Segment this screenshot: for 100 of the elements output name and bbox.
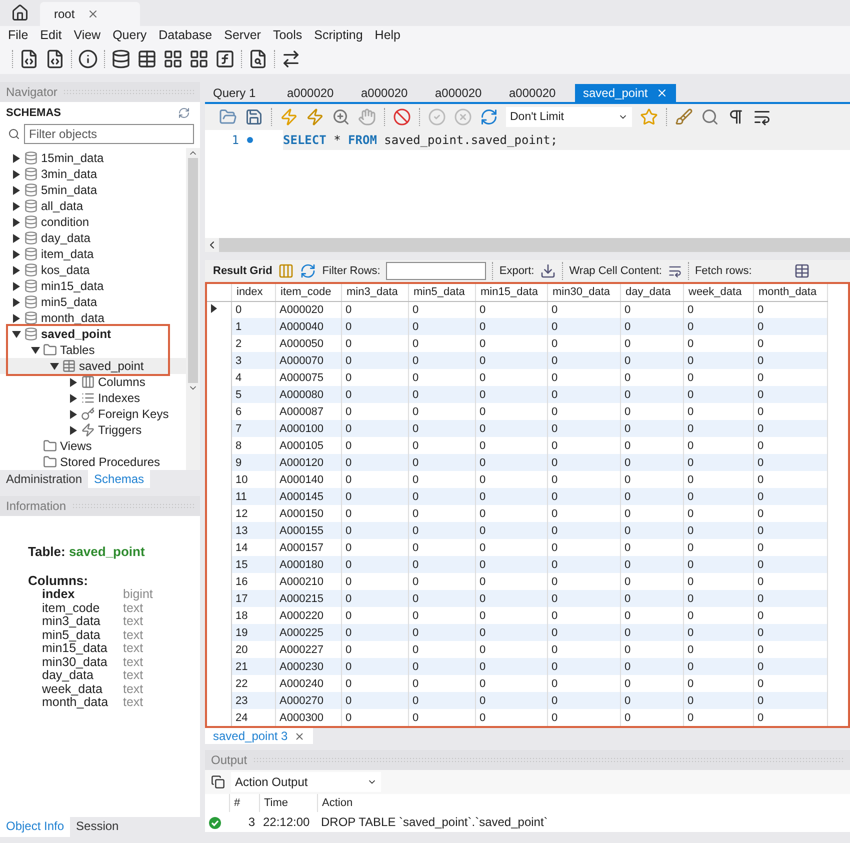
tree-item[interactable]: Views [60,439,92,453]
column-header[interactable]: min15_data [475,284,547,301]
refresh-icon[interactable] [178,107,190,119]
stop-icon[interactable] [393,108,411,126]
tree-item[interactable]: 15min_data [41,151,104,165]
export-icon[interactable] [540,263,556,279]
sql-editor[interactable]: 1 SELECT * FROM saved_point.saved_point; [205,130,850,238]
tree-item[interactable]: 5min_data [41,183,98,197]
panel-tab[interactable]: Object Info [0,817,70,837]
column-header[interactable]: min5_data [408,284,475,301]
triangle-down-icon[interactable] [50,362,59,370]
query-tab[interactable]: a000020 [427,84,501,102]
search-icon[interactable] [248,49,268,69]
grid-icon[interactable] [163,49,183,69]
triangle-right-icon[interactable] [69,426,78,434]
columns-icon[interactable] [278,263,294,279]
tree-item[interactable]: condition [41,215,90,229]
triangle-right-icon[interactable] [12,250,21,258]
triangle-right-icon[interactable] [69,378,78,386]
tree-item[interactable]: item_data [41,247,94,261]
table-icon[interactable] [137,49,157,69]
function-icon[interactable] [215,49,235,69]
tree-item[interactable]: 3min_data [41,167,98,181]
menu-item[interactable]: Scripting [308,26,369,44]
triangle-right-icon[interactable] [69,394,78,402]
query-tab[interactable]: a000020 [501,84,575,102]
triangle-right-icon[interactable] [12,314,21,322]
refresh-icon[interactable] [300,263,316,279]
column-header[interactable]: week_data [683,284,753,301]
home-icon[interactable] [11,4,29,22]
triangle-down-icon[interactable] [12,330,21,338]
brush-icon[interactable] [675,108,693,126]
query-tab[interactable]: a000020 [353,84,427,102]
tree-item[interactable]: day_data [41,231,90,245]
column-header[interactable]: day_data [620,284,683,301]
folder-icon[interactable] [219,108,237,126]
triangle-right-icon[interactable] [69,410,78,418]
star-icon[interactable] [640,108,658,126]
triangle-right-icon[interactable] [12,154,21,162]
query-tab[interactable]: a000020 [279,84,353,102]
column-header[interactable]: item_code [275,284,341,301]
scrollbar[interactable] [205,238,850,252]
tree-item[interactable]: Columns [98,375,146,389]
column-header[interactable]: index [231,284,275,301]
grid-icon[interactable] [189,49,209,69]
table-icon[interactable] [794,263,810,279]
menu-item[interactable]: Query [106,26,153,44]
tree-item[interactable]: Indexes [98,391,140,405]
close-icon[interactable] [656,87,668,99]
menu-item[interactable]: Server [218,26,267,44]
tree-item[interactable]: Triggers [98,423,142,437]
menu-item[interactable]: View [68,26,107,44]
triangle-right-icon[interactable] [12,170,21,178]
info-icon[interactable] [78,49,98,69]
result-grid-label[interactable]: Result Grid [213,265,272,277]
tree-item[interactable]: min15_data [41,279,104,293]
tree-item[interactable]: kos_data [41,263,90,277]
tree-item[interactable]: saved_point [41,327,112,341]
triangle-right-icon[interactable] [12,234,21,242]
menu-item[interactable]: Edit [34,26,68,44]
tree-item[interactable]: all_data [41,199,84,213]
column-header[interactable]: month_data [753,284,827,301]
query-tab[interactable]: saved_point [575,84,676,102]
search-icon[interactable] [8,128,20,140]
app-tab[interactable]: root [40,2,140,26]
triangle-right-icon[interactable] [12,218,21,226]
triangle-right-icon[interactable] [12,266,21,274]
panel-tab[interactable]: Session [70,817,125,837]
query-tab[interactable]: Query 1 [205,84,279,102]
menu-item[interactable]: Tools [266,26,308,44]
tree-item[interactable]: Foreign Keys [98,407,169,421]
database-icon[interactable] [111,49,131,69]
panel-tab[interactable]: Schemas [88,470,150,488]
copy-icon[interactable] [211,775,225,789]
pilcrow-icon[interactable] [727,108,745,126]
sql-file-icon[interactable] [45,49,65,69]
triangle-right-icon[interactable] [12,298,21,306]
limit-select[interactable]: Don't Limit [506,107,632,127]
tree-item[interactable]: month_data [41,311,104,325]
save-icon[interactable] [245,108,263,126]
tree-item[interactable]: Tables [60,343,95,357]
magnifier-icon[interactable] [332,108,350,126]
triangle-right-icon[interactable] [12,186,21,194]
tree-item[interactable]: Stored Procedures [60,455,160,469]
wrap-icon[interactable] [753,108,771,126]
menu-item[interactable]: File [2,26,34,44]
sql-file-icon[interactable] [19,49,39,69]
column-header[interactable]: min30_data [547,284,620,301]
filter-field[interactable]: Filter objects [24,124,194,144]
column-header[interactable]: min3_data [341,284,408,301]
tree-item[interactable]: min5_data [41,295,98,309]
check-icon[interactable] [428,108,446,126]
triangle-right-icon[interactable] [12,282,21,290]
triangle-right-icon[interactable] [12,202,21,210]
output-select[interactable]: Action Output [231,772,381,792]
filter-field[interactable] [386,262,486,280]
close-icon[interactable] [86,8,99,20]
menu-item[interactable]: Help [368,26,407,44]
triangle-down-icon[interactable] [31,346,40,354]
wrap-icon[interactable] [668,264,682,278]
